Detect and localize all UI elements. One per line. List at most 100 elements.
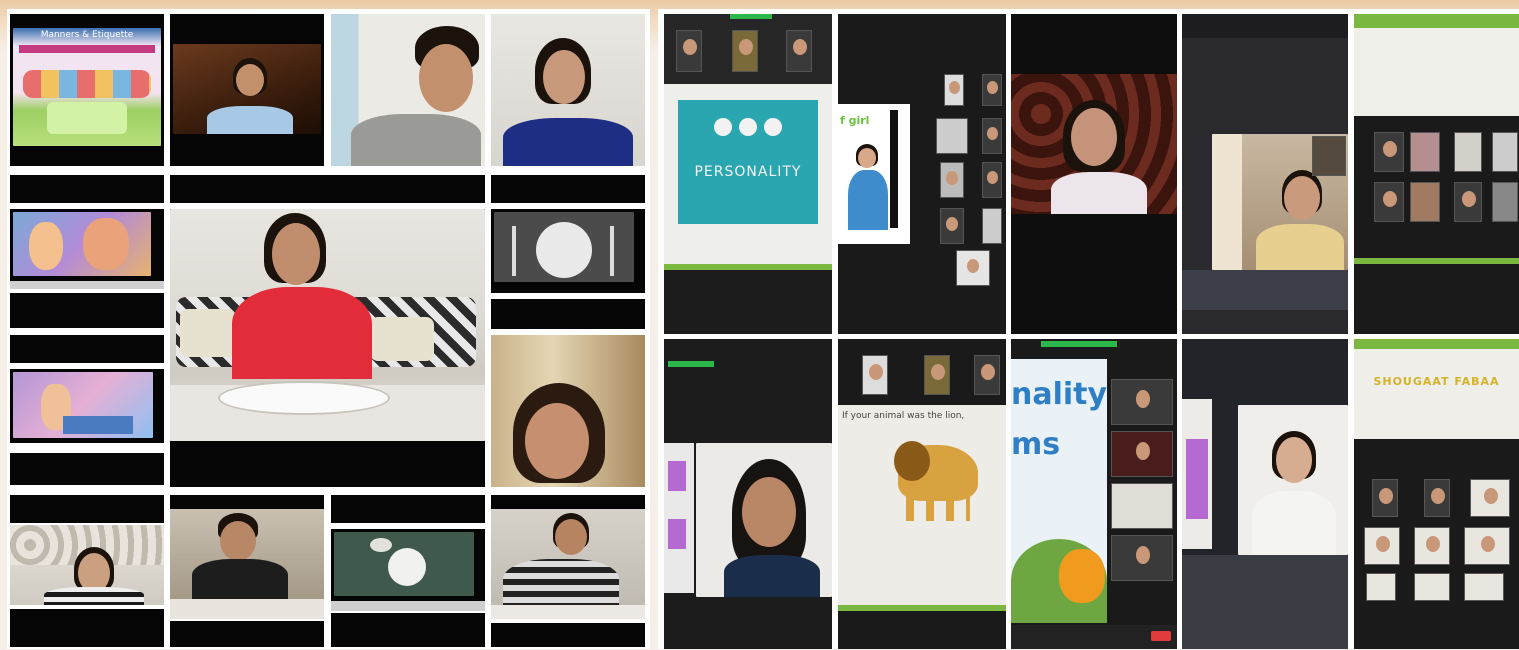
smiley-icon	[739, 118, 757, 136]
personality-title: PERSONALITY	[694, 164, 802, 180]
lion-caption: If your animal was the lion,	[842, 411, 965, 421]
empty-tile	[10, 335, 164, 363]
cartoon-figures	[23, 70, 151, 98]
left-collage: Manners & Etiquette	[7, 9, 650, 649]
person-face	[419, 44, 473, 112]
zoom-screen-student[interactable]	[1182, 339, 1348, 649]
video-tile-boy-cutlery[interactable]	[170, 509, 324, 599]
video-tile-girl-striped[interactable]	[491, 509, 645, 619]
manners-slide: Manners & Etiquette	[13, 28, 161, 146]
person-face	[858, 148, 876, 168]
zoom-screen-speaker[interactable]	[1182, 14, 1348, 334]
person-face	[220, 521, 256, 561]
cushion	[180, 309, 236, 357]
zoom-screen-banner[interactable]: SHOUGAAT FABAA	[1354, 339, 1519, 649]
participant-strip	[664, 14, 832, 84]
empty-tile	[10, 495, 164, 523]
video-tile-girl-spoon[interactable]	[491, 14, 645, 166]
empty-tile	[491, 175, 645, 203]
slide-girl: f girl	[838, 104, 910, 244]
window-light	[1212, 134, 1242, 270]
person-face	[525, 403, 589, 479]
taskbar	[1182, 555, 1348, 649]
plate	[536, 222, 592, 278]
zoom-bar	[730, 14, 772, 19]
taskbar	[1182, 270, 1348, 310]
video-tile-main-girl[interactable]	[170, 209, 485, 487]
video-tile-plate-setting[interactable]	[491, 209, 645, 293]
empty-tile	[491, 299, 645, 329]
banner-slide: SHOUGAAT FABAA	[1354, 339, 1519, 439]
video-tile-girl-glasses[interactable]	[10, 525, 164, 605]
plate	[388, 548, 426, 586]
right-collage: PERSONALITY f girl If your animal was th…	[658, 9, 1519, 649]
empty-tile	[170, 621, 324, 647]
side-thumbs	[1182, 399, 1212, 549]
cushion	[370, 317, 434, 361]
zoom-screen-lion[interactable]: If your animal was the lion,	[838, 339, 1006, 649]
slide-pink-banner	[19, 45, 155, 53]
person-face	[742, 477, 796, 547]
empty-tile	[10, 281, 164, 289]
slide-green-panel	[47, 102, 127, 134]
empty-tile	[170, 495, 324, 509]
empty-tile	[331, 613, 485, 647]
empty-tile	[10, 175, 164, 203]
video-tile-cartoon[interactable]	[10, 209, 164, 281]
zoom-screen-personality-items[interactable]: nality ms	[1011, 339, 1177, 649]
empty-tile	[491, 623, 645, 647]
lion-legs	[906, 497, 970, 521]
cutlery	[610, 226, 614, 276]
table	[491, 605, 645, 619]
empty-tile	[331, 495, 485, 523]
table-tile	[170, 599, 324, 619]
cartoon-character	[83, 218, 129, 270]
zoom-toolbar	[1011, 625, 1177, 649]
person-face	[1284, 176, 1320, 220]
slide-top	[1354, 14, 1519, 116]
personality-slide: PERSONALITY	[678, 100, 818, 224]
person-face	[1071, 108, 1117, 166]
video-tile-girl-eating[interactable]	[170, 14, 324, 166]
plate	[218, 381, 390, 415]
cartoon-table	[63, 416, 133, 434]
zoom-screen-class[interactable]	[1354, 14, 1519, 334]
ms-text: ms	[1011, 427, 1061, 462]
green-bar	[664, 264, 832, 270]
video-tile-slide[interactable]: Manners & Etiquette	[10, 14, 164, 166]
video-tile-boy[interactable]	[331, 14, 485, 166]
person-face	[272, 223, 320, 285]
person-face	[543, 50, 585, 104]
side-thumbs	[664, 443, 694, 593]
zoom-screen-personality[interactable]: PERSONALITY	[664, 14, 832, 334]
person-face	[236, 64, 264, 96]
green-bar	[838, 605, 1006, 611]
zoom-screen-teacher[interactable]	[1011, 14, 1177, 334]
slide-title: Manners & Etiquette	[40, 30, 134, 40]
person-face	[1276, 437, 1312, 483]
zoom-bar	[1041, 341, 1117, 347]
cartoon-character	[29, 222, 63, 270]
person-face	[555, 519, 587, 555]
zoom-screen-gallery[interactable]: f girl	[838, 14, 1006, 334]
zoom-screen-headset-girl[interactable]	[664, 339, 832, 649]
banner-text: SHOUGAAT FABAA	[1373, 375, 1500, 388]
end-button[interactable]	[1151, 631, 1171, 641]
empty-tile	[10, 609, 164, 647]
empty-tile	[10, 453, 164, 485]
pumpkin	[1059, 549, 1105, 603]
video-tile-cartoon-room[interactable]	[10, 369, 164, 443]
video-tile-teacher[interactable]	[491, 335, 645, 487]
lion-slide: If your animal was the lion,	[838, 405, 1006, 605]
slide-area: nality ms	[1011, 359, 1107, 623]
cutlery	[512, 226, 516, 276]
slide-accent	[1354, 14, 1519, 28]
zoom-bar	[668, 361, 714, 367]
green-bar	[1354, 258, 1519, 264]
banner-accent	[1354, 339, 1519, 349]
empty-tile	[331, 601, 485, 611]
video-tile-plate-green[interactable]	[331, 529, 485, 601]
empty-tile	[10, 293, 164, 328]
empty-tile	[170, 175, 485, 203]
red-shirt	[232, 287, 372, 379]
